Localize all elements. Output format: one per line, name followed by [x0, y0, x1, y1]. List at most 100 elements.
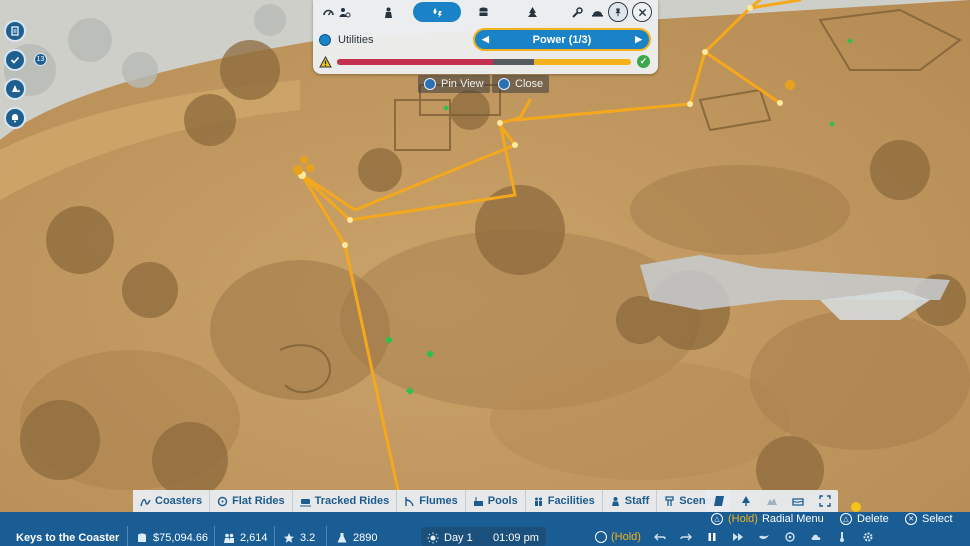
pin-button[interactable] [608, 2, 628, 22]
pause-icon [708, 533, 716, 541]
temperature-button[interactable] [829, 531, 855, 543]
utilities-dot-icon [319, 34, 331, 46]
category-label: Tracked Rides [314, 495, 390, 507]
power-bar-supply [534, 59, 631, 65]
close-icon [638, 8, 646, 16]
tab-scenery[interactable] [519, 2, 545, 22]
cloud-icon [811, 534, 821, 540]
utilities-icon [433, 7, 442, 18]
category-flumes[interactable]: Flumes [397, 490, 466, 512]
gear-icon [863, 532, 873, 542]
category-label: Pools [487, 495, 518, 507]
category-label: Staff [624, 495, 650, 507]
bell-icon[interactable] [4, 107, 26, 129]
utilities-label: Utilities [338, 34, 374, 46]
undo-icon [653, 533, 666, 541]
scenery-icon [527, 6, 537, 17]
warning-icon [319, 55, 332, 73]
power-selector-value: Power (1/3) [532, 33, 592, 46]
notification-count-badge: 13 [34, 53, 47, 66]
divider [326, 526, 327, 546]
category-staff[interactable]: Staff [602, 490, 658, 512]
bird-icon [758, 535, 769, 540]
weather-button[interactable] [803, 531, 829, 543]
star-icon [284, 533, 294, 543]
tab-rides[interactable] [331, 2, 357, 22]
category-pools[interactable]: Pools [465, 490, 526, 512]
fullscreen-icon[interactable] [819, 495, 831, 507]
bird-view-button[interactable] [751, 531, 777, 543]
finance-icon [479, 7, 487, 16]
fast-forward-button[interactable] [725, 531, 751, 543]
triangle-button-icon: △ [840, 513, 852, 525]
terrain-icon[interactable] [766, 495, 778, 507]
redo-button[interactable] [673, 531, 699, 543]
hold-button-hint[interactable]: (Hold) [595, 531, 641, 543]
add-guest-icon[interactable] [4, 78, 26, 100]
build-category-bar: Coasters Flat Rides Tracked Rides Flumes… [133, 490, 731, 512]
left-arrow-icon[interactable]: ◀ [482, 34, 489, 45]
category-coasters[interactable]: Coasters [133, 490, 211, 512]
park-name[interactable]: Keys to the Coaster [16, 532, 119, 544]
delete-hint[interactable]: △ Delete [840, 513, 889, 525]
ride-view-icon[interactable] [713, 495, 725, 507]
day-value: Day 1 [444, 532, 473, 544]
triangle-button-icon: △ [711, 513, 723, 525]
sun-icon [427, 532, 439, 544]
guest-count-value: 2,614 [240, 532, 268, 544]
checklist-icon[interactable] [4, 49, 26, 71]
money-value: $75,094.66 [153, 532, 209, 544]
category-flat-rides[interactable]: Flat Rides [210, 490, 293, 512]
rating-value: 3.2 [300, 532, 316, 544]
playback-controls: (Hold) [595, 528, 881, 546]
hardhat-icon [591, 10, 603, 17]
camera-rotate-icon [785, 532, 795, 542]
right-arrow-icon[interactable]: ▶ [635, 34, 642, 45]
flume-icon [405, 496, 414, 506]
pin-view-label: Pin View [441, 78, 484, 90]
category-tracked-rides[interactable]: Tracked Rides [292, 490, 398, 512]
category-facilities[interactable]: Facilities [525, 490, 603, 512]
guests-icon [224, 533, 234, 543]
camera-button[interactable] [777, 531, 803, 543]
guests-icon [384, 7, 392, 18]
close-hint-button[interactable]: Close [492, 75, 550, 93]
settings-button[interactable] [855, 531, 881, 543]
objectives-icon[interactable] [4, 20, 26, 42]
money-display[interactable]: $75,094.66 [136, 532, 208, 544]
view-toolbar [706, 490, 838, 512]
tab-guests[interactable] [375, 2, 401, 22]
select-hint[interactable]: ✕ Select [905, 513, 953, 525]
pool-icon [473, 496, 483, 506]
power-status-bar [337, 59, 631, 65]
tracked-icon [299, 498, 311, 506]
guest-count-display[interactable]: 2,614 [223, 532, 268, 544]
undo-button[interactable] [647, 531, 673, 543]
pause-button[interactable] [699, 531, 725, 543]
select-label: Select [922, 513, 953, 525]
radial-hold-label: (Hold) [728, 513, 758, 525]
redo-icon [680, 533, 692, 541]
radial-menu-label: Radial Menu [761, 513, 824, 525]
power-bar-neutral [493, 59, 534, 65]
category-label: Facilities [547, 495, 595, 507]
tab-hardhat[interactable] [584, 2, 610, 22]
rating-display[interactable]: 3.2 [283, 532, 315, 544]
pause-hold-label: (Hold) [611, 531, 641, 543]
day-display[interactable]: Day 1 [427, 532, 473, 544]
tab-utilities[interactable] [413, 2, 461, 22]
tree-icon[interactable] [740, 495, 752, 507]
category-label: Flumes [419, 495, 458, 507]
pin-view-button[interactable]: Pin View [418, 75, 490, 93]
panel-tab-row [313, 0, 658, 24]
divider [127, 526, 128, 546]
radial-menu-hint[interactable]: △ (Hold) Radial Menu [711, 513, 824, 525]
water-icon[interactable] [792, 495, 805, 507]
close-panel-button[interactable] [632, 2, 652, 22]
dpad-icon [424, 78, 436, 90]
tab-finance[interactable] [470, 2, 496, 22]
clock-display: 01:09 pm [493, 532, 539, 544]
staff-icon [611, 496, 619, 506]
research-display[interactable]: 2890 [336, 532, 377, 544]
power-selector[interactable]: ◀ Power (1/3) ▶ [473, 28, 651, 51]
